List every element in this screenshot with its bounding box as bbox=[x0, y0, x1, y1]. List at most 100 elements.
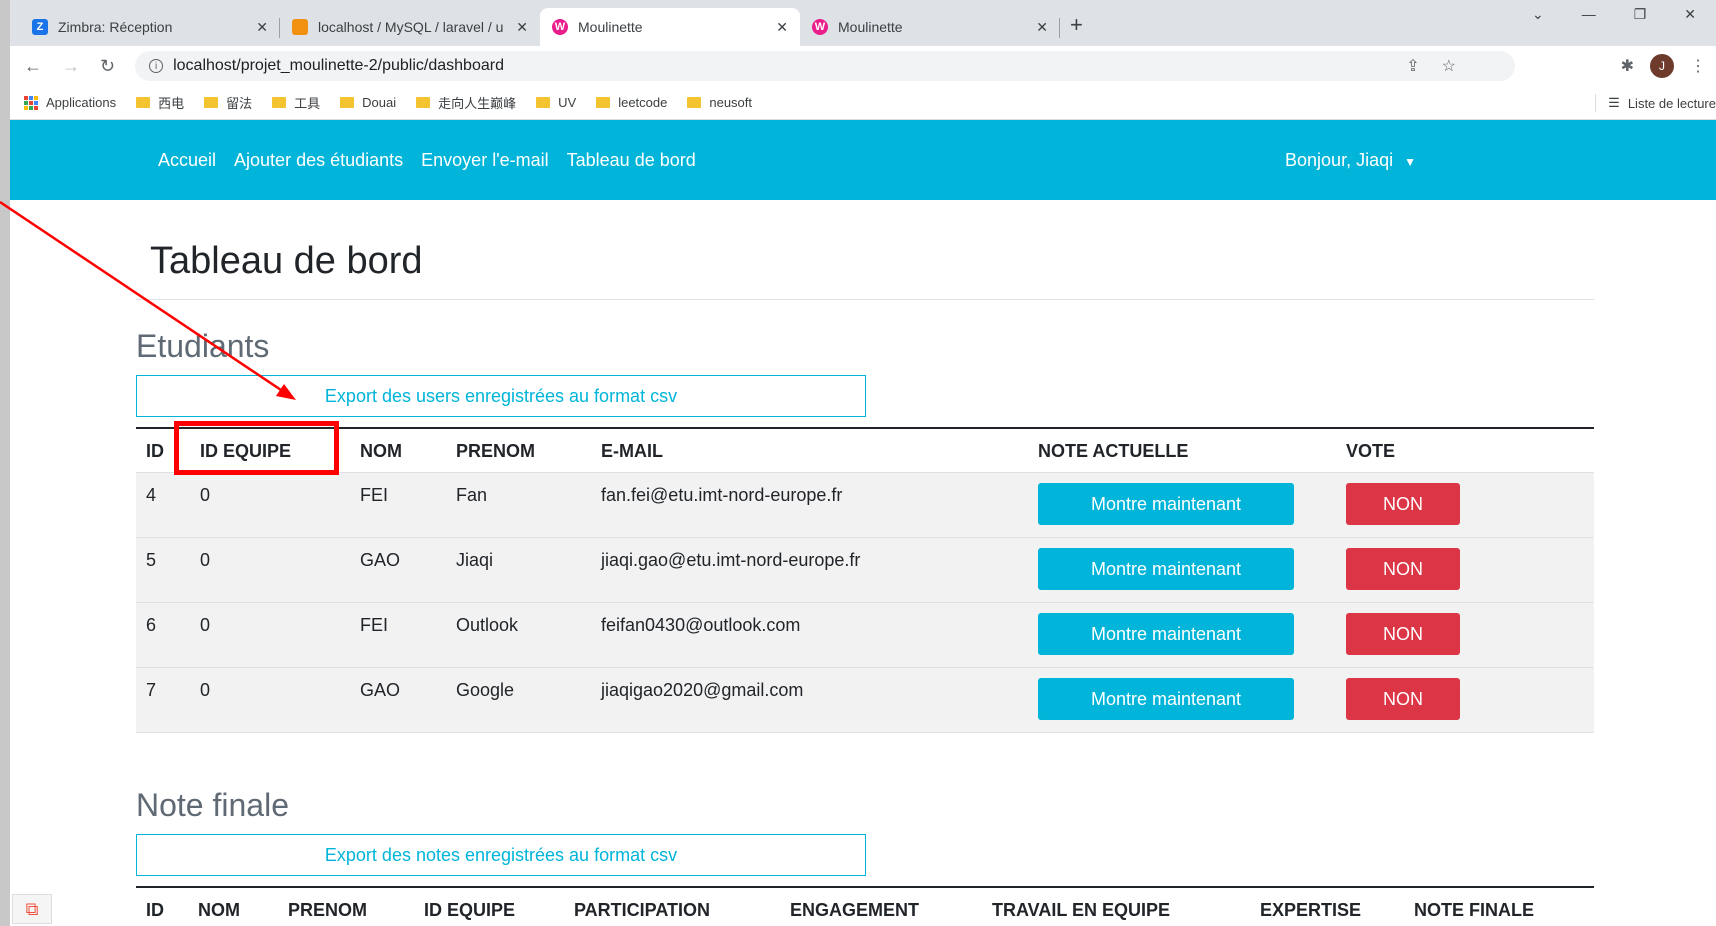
bookmark-folder[interactable]: 留法 bbox=[204, 93, 252, 112]
table-row: 4 0 FEI Fan fan.fei@etu.imt-nord-europe.… bbox=[136, 472, 1594, 538]
nav-link-dashboard[interactable]: Tableau de bord bbox=[567, 150, 696, 171]
cell-id: 4 bbox=[136, 472, 190, 538]
vote-button[interactable]: NON bbox=[1346, 678, 1460, 720]
window-close-icon[interactable]: ✕ bbox=[1684, 6, 1696, 23]
folder-icon bbox=[416, 97, 431, 108]
bookmark-label: 留法 bbox=[226, 96, 253, 111]
tab-separator bbox=[1059, 18, 1060, 38]
cell-prenom: Outlook bbox=[446, 602, 591, 668]
zimbra-icon: Z bbox=[32, 19, 48, 35]
tab-moulinette[interactable]: W Moulinette ✕ bbox=[800, 8, 1060, 46]
bookmark-folder[interactable]: Douai bbox=[340, 95, 396, 110]
divider bbox=[1595, 94, 1597, 112]
vote-button[interactable]: NON bbox=[1346, 548, 1460, 590]
table-row: 5 0 GAO Jiaqi jiaqi.gao@etu.imt-nord-eur… bbox=[136, 537, 1594, 603]
cell-note: Montre maintenant bbox=[1028, 537, 1336, 603]
close-icon[interactable]: ✕ bbox=[1036, 19, 1048, 36]
column-header: E-MAIL bbox=[591, 427, 1028, 473]
bookmark-label: neusoft bbox=[709, 95, 753, 110]
tab-search-icon[interactable]: ⌄ bbox=[1532, 6, 1544, 23]
cell-nom: GAO bbox=[350, 667, 446, 733]
cell-id: 7 bbox=[136, 667, 190, 733]
cell-vote: NON bbox=[1336, 537, 1594, 603]
final-notes-table: ID NOM PRENOM ID EQUIPE PARTICIPATION EN… bbox=[136, 886, 1594, 926]
cell-prenom: Fan bbox=[446, 472, 591, 538]
column-header: ID bbox=[136, 886, 188, 926]
bookmark-folder[interactable]: neusoft bbox=[687, 95, 752, 110]
students-table: ID ID EQUIPE NOM PRENOM E-MAIL NOTE ACTU… bbox=[136, 427, 1594, 733]
column-header: ENGAGEMENT bbox=[780, 886, 982, 926]
caret-down-icon: ▼ bbox=[1404, 154, 1416, 169]
column-header: NOM bbox=[350, 427, 446, 473]
phpmyadmin-icon bbox=[292, 19, 308, 35]
nav-link-email[interactable]: Envoyer l'e-mail bbox=[421, 150, 548, 171]
new-tab-icon[interactable]: + bbox=[1070, 12, 1083, 38]
close-icon[interactable]: ✕ bbox=[776, 19, 788, 36]
address-row: ← → ↻ i localhost/projet_moulinette-2/pu… bbox=[10, 46, 1716, 86]
cell-team: 0 bbox=[190, 667, 350, 733]
folder-icon bbox=[536, 97, 551, 108]
column-header: NOTE ACTUELLE bbox=[1028, 427, 1336, 473]
show-note-button[interactable]: Montre maintenant bbox=[1038, 548, 1294, 590]
bookmark-label: Applications bbox=[46, 95, 117, 110]
restore-icon[interactable]: ❐ bbox=[1634, 6, 1647, 23]
puzzle-icon[interactable]: ✱ bbox=[1621, 56, 1634, 76]
column-header: VOTE bbox=[1336, 427, 1594, 473]
url-text: localhost/projet_moulinette-2/public/das… bbox=[173, 57, 504, 74]
show-note-button[interactable]: Montre maintenant bbox=[1038, 678, 1294, 720]
share-icon[interactable]: ⇪ bbox=[1406, 56, 1419, 76]
show-note-button[interactable]: Montre maintenant bbox=[1038, 483, 1294, 525]
back-icon[interactable]: ← bbox=[24, 56, 42, 77]
vote-button[interactable]: NON bbox=[1346, 613, 1460, 655]
bookmark-applications[interactable]: Applications bbox=[24, 95, 116, 110]
minimize-icon[interactable]: — bbox=[1582, 6, 1596, 23]
info-icon[interactable]: i bbox=[149, 59, 164, 73]
show-note-button[interactable]: Montre maintenant bbox=[1038, 613, 1294, 655]
nav-link-accueil[interactable]: Accueil bbox=[158, 150, 216, 171]
nav-link-ajouter[interactable]: Ajouter des étudiants bbox=[234, 150, 403, 171]
bookmark-label: Douai bbox=[362, 95, 397, 110]
bookmark-folder[interactable]: 西电 bbox=[136, 93, 184, 112]
user-dropdown[interactable]: Bonjour, Jiaqi ▼ bbox=[1285, 150, 1416, 171]
address-bar[interactable]: i localhost/projet_moulinette-2/public/d… bbox=[135, 51, 1516, 81]
tab-zimbra[interactable]: Z Zimbra: Réception ✕ bbox=[20, 8, 280, 46]
close-icon[interactable]: ✕ bbox=[516, 19, 528, 36]
column-header: PRENOM bbox=[278, 886, 414, 926]
reading-list-icon: ☰ bbox=[1608, 95, 1620, 110]
folder-icon bbox=[272, 97, 287, 108]
tab-title: Moulinette bbox=[578, 19, 643, 35]
extension-area: ✱ J ⋮ bbox=[1621, 54, 1706, 78]
cell-nom: FEI bbox=[350, 602, 446, 668]
window-left-edge bbox=[0, 0, 10, 926]
reading-list[interactable]: ☰ Liste de lecture bbox=[1595, 94, 1716, 112]
cell-nom: FEI bbox=[350, 472, 446, 538]
apps-grid-icon bbox=[24, 95, 38, 110]
star-icon[interactable]: ☆ bbox=[1442, 56, 1456, 76]
avatar[interactable]: J bbox=[1650, 54, 1674, 78]
export-notes-button[interactable]: Export des notes enregistrées au format … bbox=[136, 834, 866, 876]
tab-phpmyadmin[interactable]: localhost / MySQL / laravel / u ✕ bbox=[280, 8, 540, 46]
bookmark-folder[interactable]: 工具 bbox=[272, 93, 320, 112]
bookmark-folder[interactable]: 走向人生巅峰 bbox=[416, 93, 516, 112]
table-header-row: ID NOM PRENOM ID EQUIPE PARTICIPATION EN… bbox=[136, 886, 1594, 926]
cell-note: Montre maintenant bbox=[1028, 602, 1336, 668]
bookmark-label: 工具 bbox=[294, 96, 321, 111]
tab-title: Zimbra: Réception bbox=[58, 19, 173, 35]
close-icon[interactable]: ✕ bbox=[256, 19, 268, 36]
column-header: PARTICIPATION bbox=[564, 886, 780, 926]
bookmark-folder[interactable]: leetcode bbox=[596, 95, 667, 110]
tab-moulinette-active[interactable]: W Moulinette ✕ bbox=[540, 8, 800, 46]
final-section: Note finale Export des notes enregistrée… bbox=[136, 787, 1594, 926]
window-controls: ⌄ — ❐ ✕ bbox=[1532, 6, 1716, 23]
vote-button[interactable]: NON bbox=[1346, 483, 1460, 525]
cell-prenom: Jiaqi bbox=[446, 537, 591, 603]
students-heading: Etudiants bbox=[136, 328, 270, 364]
bookmark-folder[interactable]: UV bbox=[536, 95, 576, 110]
reload-icon[interactable]: ↻ bbox=[100, 56, 115, 77]
cell-email: jiaqigao2020@gmail.com bbox=[591, 667, 1028, 733]
forward-icon[interactable]: → bbox=[62, 56, 80, 77]
kebab-menu-icon[interactable]: ⋮ bbox=[1690, 56, 1706, 76]
export-users-button[interactable]: Export des users enregistrées au format … bbox=[136, 375, 866, 417]
omnibox-actions: ⇪ ☆ bbox=[1406, 56, 1456, 76]
column-header: ID EQUIPE bbox=[414, 886, 564, 926]
